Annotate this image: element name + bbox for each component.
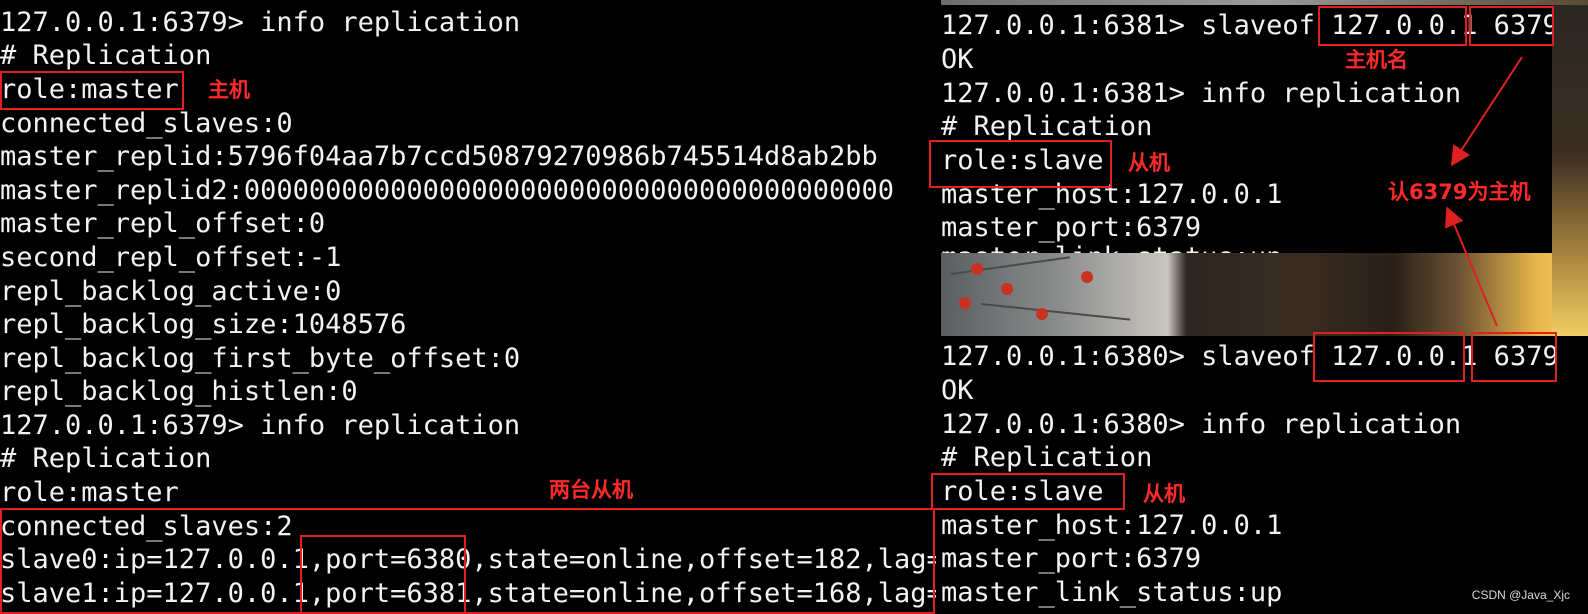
terminal-line: 127.0.0.1:6379> info replication	[0, 410, 521, 441]
terminal-line: 127.0.0.1:6380> info replication	[941, 409, 1462, 440]
terminal-line: role:master	[0, 477, 179, 508]
highlight-slave-ports	[300, 535, 466, 614]
terminal-line: OK	[941, 44, 974, 75]
highlight-master-ip-top	[1318, 6, 1467, 46]
terminal-line: master_link_status:up	[941, 241, 1282, 253]
annotation-master: 主机	[208, 78, 250, 102]
highlight-master-ip-bottom	[1313, 332, 1465, 382]
terminal-line: second_repl_offset:-1	[0, 242, 342, 273]
annotation-slave-bottom: 从机	[1143, 482, 1185, 506]
wallpaper-edge	[1552, 5, 1588, 336]
terminal-line: connected_slaves:0	[0, 108, 293, 139]
annotation-two-slaves: 两台从机	[549, 478, 633, 502]
terminal-line: # Replication	[0, 443, 212, 474]
annotation-host-name: 主机名	[1345, 48, 1408, 72]
terminal-line: master_repl_offset:0	[0, 208, 326, 239]
terminal-line: 127.0.0.1:6381> info replication	[941, 78, 1462, 109]
terminal-line: repl_backlog_first_byte_offset:0	[0, 343, 521, 374]
terminal-line: 127.0.0.1:6380> slaveof 127.0.0.1 6379	[941, 341, 1559, 372]
watermark: CSDN @Java_Xjc	[1471, 588, 1570, 602]
terminal-line: # Replication	[941, 111, 1153, 142]
terminal-line: repl_backlog_active:0	[0, 276, 342, 307]
terminal-line: master_replid2:0000000000000000000000000…	[0, 175, 895, 206]
terminal-line: repl_backlog_histlen:0	[0, 376, 358, 407]
terminal-line: # Replication	[0, 40, 212, 71]
terminal-line: OK	[941, 375, 974, 406]
terminal-line: repl_backlog_size:1048576	[0, 309, 407, 340]
terminal-line: master_host:127.0.0.1	[941, 510, 1283, 541]
terminal-line: master_replid:5796f04aa7b7ccd50879270986…	[0, 141, 878, 172]
annotation-slave-top: 从机	[1128, 151, 1170, 175]
highlight-role-slave-bottom	[931, 473, 1125, 510]
wallpaper-strip	[941, 253, 1588, 336]
terminal-line: 127.0.0.1:6379> info replication	[0, 7, 521, 38]
highlight-role-master	[0, 71, 184, 110]
terminal-line: master_port:6379	[941, 212, 1202, 243]
terminal-line: master_link_status:up	[941, 577, 1283, 608]
highlight-master-port-top	[1469, 6, 1554, 46]
highlight-master-port-bottom	[1471, 332, 1557, 382]
highlight-role-slave-top	[929, 140, 1112, 188]
terminal-line: master_port:6379	[941, 543, 1202, 574]
highlight-connected-slaves	[0, 508, 935, 614]
annotation-recognize-master: 认6379为主机	[1388, 180, 1531, 204]
terminal-line: # Replication	[941, 442, 1153, 473]
